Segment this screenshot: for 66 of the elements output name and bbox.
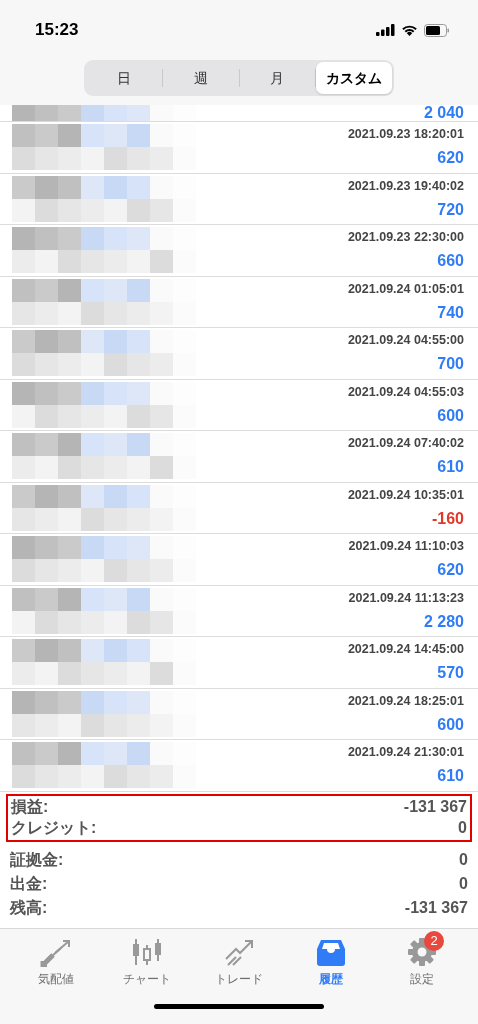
history-row[interactable]: 2021.09.24 14:45:00 570 bbox=[0, 637, 478, 689]
deal-time: 2021.09.24 10:35:01 bbox=[347, 486, 464, 504]
deal-time: 2021.09.24 04:55:00 bbox=[347, 332, 464, 350]
history-row[interactable]: 2021.09.24 01:05:01 740 bbox=[0, 276, 478, 328]
profit-amount: 600 bbox=[437, 714, 464, 735]
deal-time: 2021.09.23 19:40:02 bbox=[347, 177, 464, 195]
summary-label: クレジット: bbox=[11, 818, 97, 838]
period-tab[interactable]: 月 bbox=[239, 62, 316, 94]
deal-time: 2021.09.24 21:30:01 bbox=[347, 744, 464, 762]
deal-time: 2021.09.24 01:05:01 bbox=[347, 280, 464, 298]
profit-amount: 720 bbox=[437, 199, 464, 220]
history-row[interactable]: 2021.09.24 18:25:01 600 bbox=[0, 688, 478, 740]
deal-time: 2021.09.24 04:55:03 bbox=[347, 383, 464, 401]
deal-time: 2021.09.24 18:25:01 bbox=[347, 692, 464, 710]
profit-amount: 740 bbox=[437, 302, 464, 323]
history-row[interactable]: 2021.09.24 04:55:00 700 bbox=[0, 328, 478, 380]
profit-amount: 600 bbox=[437, 405, 464, 426]
period-tab[interactable]: カスタム bbox=[316, 62, 392, 94]
period-tab[interactable]: 週 bbox=[162, 62, 239, 94]
deal-time: 2021.09.24 11:10:03 bbox=[348, 538, 464, 556]
wifi-icon bbox=[401, 24, 418, 36]
summary-label: 証拠金: bbox=[10, 849, 64, 870]
history-row[interactable]: 2021.09.23 19:40:02 720 bbox=[0, 173, 478, 225]
period-tab[interactable]: 日 bbox=[86, 62, 162, 94]
profit-amount: 2 040 bbox=[423, 105, 464, 121]
deal-time: 2021.09.24 11:13:23 bbox=[348, 589, 464, 607]
battery-icon bbox=[424, 23, 450, 37]
diagonal-arrows-icon bbox=[38, 939, 73, 967]
history-row[interactable]: 2021.09.24 11:10:03 620 bbox=[0, 534, 478, 586]
summary-value: 0 bbox=[459, 849, 468, 870]
inbox-tray-icon bbox=[315, 939, 346, 967]
summary-value: 0 bbox=[458, 818, 467, 838]
profit-amount: 700 bbox=[437, 354, 464, 375]
notification-badge: 2 bbox=[424, 931, 444, 951]
summary-label: 出金: bbox=[10, 873, 48, 894]
profit-amount: 620 bbox=[437, 148, 464, 169]
profit-amount: 570 bbox=[437, 663, 464, 684]
history-row[interactable]: 2 040 bbox=[0, 105, 478, 122]
tab-bar-item[interactable]: トレード bbox=[193, 935, 285, 988]
tab-bar-item[interactable]: チャート bbox=[101, 935, 194, 988]
summary-value: 0 bbox=[459, 873, 468, 894]
profit-amount: -160 bbox=[431, 508, 464, 529]
profit-amount: 660 bbox=[437, 251, 464, 272]
history-row[interactable]: 2021.09.23 18:20:01 620 bbox=[0, 122, 478, 174]
history-row[interactable]: 2021.09.24 10:35:01 -160 bbox=[0, 482, 478, 534]
summary-value: -131 367 bbox=[404, 897, 468, 918]
profit-amount: 620 bbox=[437, 560, 464, 581]
history-row[interactable]: 2021.09.24 21:30:01 610 bbox=[0, 740, 478, 792]
history-row[interactable]: 2021.09.24 07:40:02 610 bbox=[0, 431, 478, 483]
history-row[interactable]: 2021.09.23 22:30:00 660 bbox=[0, 225, 478, 277]
deal-time: 2021.09.24 14:45:00 bbox=[347, 641, 464, 659]
profit-amount: 610 bbox=[437, 457, 464, 478]
summary-label: 残高: bbox=[10, 897, 48, 918]
deal-time: 2021.09.24 07:40:02 bbox=[347, 435, 464, 453]
tab-bar-item[interactable]: 履歴 bbox=[284, 935, 377, 988]
history-row[interactable]: 2021.09.24 04:55:03 600 bbox=[0, 379, 478, 431]
signal-icon bbox=[376, 24, 395, 36]
deal-time: 2021.09.23 22:30:00 bbox=[347, 229, 464, 247]
tab-bar-item[interactable]: 気配値 bbox=[10, 935, 102, 988]
status-time: 15:23 bbox=[35, 19, 79, 42]
profit-amount: 610 bbox=[437, 766, 464, 787]
summary-value: -131 367 bbox=[403, 797, 467, 817]
profit-amount: 2 280 bbox=[423, 611, 464, 632]
deal-time: 2021.09.23 18:20:01 bbox=[347, 126, 464, 144]
summary-label: 損益: bbox=[11, 797, 49, 817]
history-row[interactable]: 2021.09.24 11:13:23 2 280 bbox=[0, 585, 478, 637]
